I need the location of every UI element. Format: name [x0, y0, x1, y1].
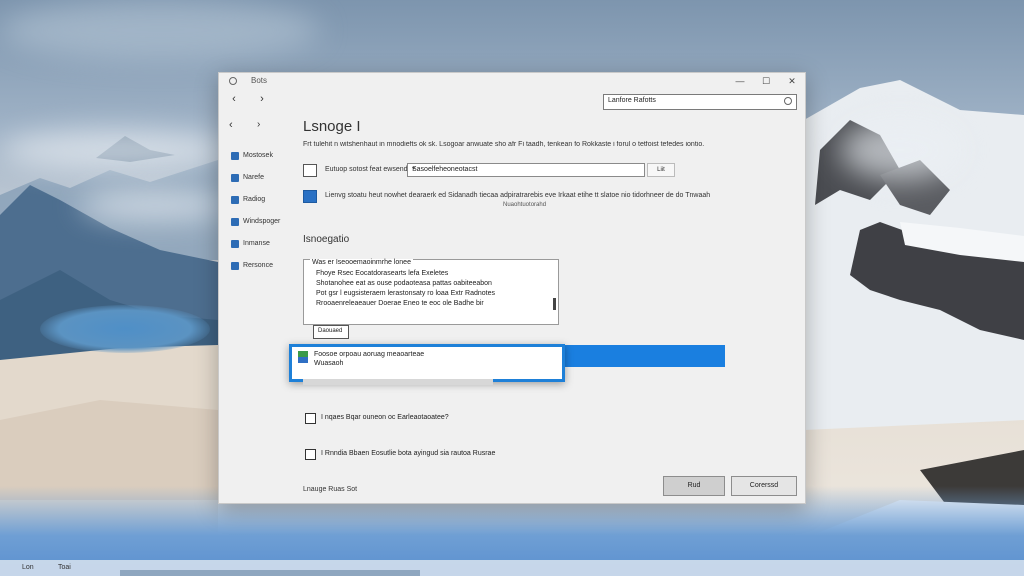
sidebar: ‹ › Mostosek Narefe Radiog Windspoger In…	[227, 113, 297, 313]
search-value: Lanfore Rafotts	[608, 97, 656, 104]
lake	[40, 305, 210, 353]
option-row-region: Lienvg stoatu heut nowhet dearaerk ed Si…	[303, 189, 783, 208]
list-item[interactable]: Rrooaenreleaeauer Doerae Eneo te eoc ole…	[316, 300, 484, 307]
option-label: Lienvg stoatu heut nowhet dearaerk ed Si…	[325, 192, 711, 199]
popup-title: Foosoe orpoau aoruag meaoarteae	[314, 351, 425, 358]
title-bar: Bots — ☐ ✕	[219, 73, 805, 91]
checkbox-label: I Rnndia Bbaen Eosutlie bota ayingud sia…	[321, 450, 496, 457]
ok-button[interactable]: Rud	[663, 476, 725, 496]
sidebar-item-radiog[interactable]: Radiog	[231, 193, 297, 207]
language-dropdown[interactable]: Sasoelfeheoneotacst ▾	[407, 163, 645, 177]
taskbar-item[interactable]: Toai	[58, 564, 71, 571]
taskbar-strip	[120, 570, 420, 576]
sidebar-item-mostosek[interactable]: Mostosek	[231, 149, 297, 163]
maximize-button[interactable]: ☐	[757, 74, 775, 89]
sidebar-item-narefe[interactable]: Narefe	[231, 171, 297, 185]
sidebar-item-inmanse[interactable]: Inmanse	[231, 237, 297, 251]
sidebar-item-label: Mostosek	[243, 152, 273, 159]
sidebar-back-icon[interactable]: ‹	[229, 119, 233, 131]
list-item[interactable]: Shotanohee eat as ouse podaoteasa pattas…	[316, 280, 492, 287]
back-button[interactable]: ‹	[227, 92, 241, 106]
popup-shadow	[303, 379, 493, 385]
checkbox[interactable]	[305, 413, 316, 424]
page-description: Frt tulehit n witshenhaut in mnodiefts o…	[303, 141, 705, 148]
sidebar-forward-icon[interactable]: ›	[257, 119, 260, 130]
minimize-button[interactable]: —	[731, 74, 749, 89]
option-button[interactable]: Liit	[647, 163, 675, 177]
option-label: Eutuop sotost feat ewsend	[325, 166, 408, 173]
small-input-field[interactable]: Daouaed	[313, 325, 349, 339]
taskbar: Lon Toai	[0, 560, 1024, 576]
settings-window: Bots — ☐ ✕ ‹ › Lanfore Rafotts ‹ › Mosto…	[218, 72, 806, 504]
sidebar-item-label: Rersonce	[243, 262, 273, 269]
sidebar-item-label: Inmanse	[243, 240, 270, 247]
region-icon	[303, 190, 317, 203]
list-header: Was er Iseooemaoinmrhe lonee	[310, 259, 413, 266]
settings-icon	[231, 174, 239, 182]
sidebar-item-label: Windspoger	[243, 218, 281, 225]
search-input[interactable]: Lanfore Rafotts	[603, 94, 797, 110]
close-button[interactable]: ✕	[783, 74, 801, 89]
chevron-down-icon: ▾	[412, 166, 416, 172]
selection-highlight-bar	[559, 345, 725, 367]
search-icon	[784, 97, 792, 105]
language-suggestion-popup[interactable]: Foosoe orpoau aoruag meaoarteae Wuasaoh	[289, 344, 565, 382]
taskbar-item[interactable]: Lon	[22, 564, 34, 571]
list-item[interactable]: Pot gsr l eugsisteraem lerastonsaty ro l…	[316, 290, 495, 297]
settings-icon	[231, 152, 239, 160]
cancel-button[interactable]: Corerssd	[731, 476, 797, 496]
checkbox[interactable]	[305, 449, 316, 460]
page-title: Lsnoge I	[303, 118, 361, 135]
checkbox-label: I nqaes Bqar ouneon oc Earleaotaoatee?	[321, 414, 449, 421]
popup-subtitle: Wuasaoh	[314, 360, 344, 367]
sidebar-item-rersonce[interactable]: Rersonce	[231, 259, 297, 273]
app-icon	[229, 77, 237, 85]
section-title: Isnoegatio	[303, 234, 350, 245]
option-sublabel[interactable]: Nuaohtuotorahd	[503, 202, 546, 208]
sidebar-item-label: Radiog	[243, 196, 266, 203]
window-icon	[303, 164, 317, 177]
settings-icon	[231, 196, 239, 204]
list-item[interactable]: Fhoye Rsec Eocatdorasearts lefa Exeletes	[316, 270, 448, 277]
checkbox-row[interactable]: I Rnndia Bbaen Eosutlie bota ayingud sia…	[303, 448, 703, 462]
option-row-language: Eutuop sotost feat ewsend Sasoelfeheoneo…	[303, 163, 783, 179]
settings-icon	[231, 218, 239, 226]
language-list[interactable]: Was er Iseooemaoinmrhe lonee Fhoye Rsec …	[303, 259, 559, 325]
flag-icon	[298, 351, 308, 363]
settings-icon	[231, 262, 239, 270]
settings-icon	[231, 240, 239, 248]
footer-text: Lnauge Ruas Sot	[303, 486, 358, 493]
window-title: Bots	[251, 76, 268, 85]
list-scrollbar[interactable]	[553, 298, 556, 310]
checkbox-row[interactable]: I nqaes Bqar ouneon oc Earleaotaoatee?	[303, 412, 703, 426]
sidebar-item-windspoger[interactable]: Windspoger	[231, 215, 297, 229]
forward-button[interactable]: ›	[255, 92, 269, 106]
sidebar-item-label: Narefe	[243, 174, 265, 181]
small-input-value: Daouaed	[318, 328, 343, 334]
